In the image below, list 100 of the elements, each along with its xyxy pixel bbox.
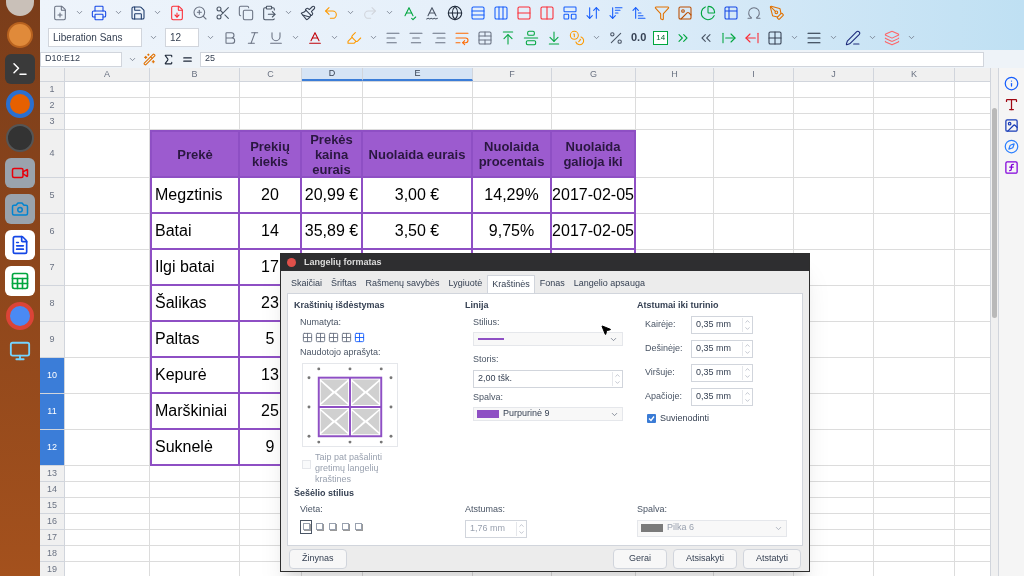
- decrement-icon[interactable]: [744, 396, 751, 404]
- date-format-button[interactable]: 14: [653, 30, 669, 45]
- spreadsheet-cell[interactable]: [636, 214, 714, 250]
- spreadsheet-cell[interactable]: [874, 322, 955, 358]
- spreadsheet-cell[interactable]: [794, 98, 874, 114]
- border-preset-icon[interactable]: [354, 332, 365, 343]
- decrement-icon[interactable]: [744, 348, 751, 356]
- spreadsheet-cell[interactable]: [150, 98, 240, 114]
- spreadsheet-cell[interactable]: [65, 498, 150, 514]
- printer-icon[interactable]: [91, 4, 107, 21]
- spreadsheet-cell[interactable]: [874, 546, 955, 562]
- shell-icon[interactable]: [7, 22, 33, 48]
- currency-icon[interactable]: [569, 29, 585, 46]
- column-header[interactable]: B: [150, 68, 240, 81]
- decrement-icon[interactable]: [744, 372, 751, 380]
- spreadsheet-cell[interactable]: [65, 394, 150, 430]
- spreadsheet-cell[interactable]: [714, 114, 794, 130]
- columns-icon[interactable]: [539, 4, 555, 21]
- spreadsheet-cell[interactable]: [65, 98, 150, 114]
- row-header[interactable]: 10: [40, 358, 65, 394]
- spreadsheet-cell[interactable]: [636, 178, 714, 214]
- image-icon[interactable]: [677, 4, 693, 21]
- spreadsheet-cell[interactable]: [552, 82, 636, 98]
- row-header[interactable]: 14: [40, 482, 65, 498]
- spreadsheet-cell[interactable]: [874, 530, 955, 546]
- navigator-icon[interactable]: [1004, 139, 1019, 154]
- spreadsheet-cell[interactable]: [65, 530, 150, 546]
- spreadsheet-cell[interactable]: [794, 130, 874, 178]
- increment-icon[interactable]: [614, 371, 621, 379]
- border-preset-icon[interactable]: [302, 332, 313, 343]
- spreadsheet-cell[interactable]: [473, 98, 552, 114]
- pen-icon[interactable]: [769, 4, 785, 21]
- spreadsheet-cell[interactable]: [874, 498, 955, 514]
- spreadsheet-cell[interactable]: [874, 482, 955, 498]
- decrement-icon[interactable]: [744, 324, 751, 332]
- dialog-tab[interactable]: Fonas: [535, 275, 569, 293]
- increment-icon[interactable]: [744, 365, 751, 373]
- spin-field[interactable]: 0,35 mm: [691, 315, 753, 334]
- decrement-icon[interactable]: [614, 378, 621, 386]
- help-button[interactable]: Žinynas: [289, 548, 347, 569]
- bold-icon[interactable]: [222, 29, 238, 46]
- merge-cells-icon[interactable]: [477, 29, 493, 46]
- column-header[interactable]: K: [874, 68, 955, 81]
- spin-field[interactable]: 0,35 mm: [691, 339, 753, 358]
- rows-icon[interactable]: [470, 4, 486, 21]
- pdf-export-icon[interactable]: [169, 4, 185, 21]
- spreadsheet-cell[interactable]: [794, 214, 874, 250]
- column-header[interactable]: H: [636, 68, 714, 81]
- shadow-position-icon[interactable]: [300, 519, 312, 534]
- redo-icon[interactable]: [362, 4, 378, 21]
- dialog-tab[interactable]: Langelio apsauga: [569, 275, 649, 293]
- row-header[interactable]: 15: [40, 498, 65, 514]
- spreadsheet-cell[interactable]: [65, 286, 150, 322]
- spreadsheet-cell[interactable]: [473, 82, 552, 98]
- column-header[interactable]: A: [65, 68, 150, 81]
- spreadsheet-cell[interactable]: [65, 482, 150, 498]
- spreadsheet-cell[interactable]: [714, 130, 794, 178]
- document-icon[interactable]: [10, 235, 30, 255]
- row-header[interactable]: 5: [40, 178, 65, 214]
- spreadsheet-cell[interactable]: [302, 98, 363, 114]
- spreadsheet-cell[interactable]: [874, 466, 955, 482]
- row-header[interactable]: 8: [40, 286, 65, 322]
- increment-icon[interactable]: [744, 341, 751, 349]
- save-icon[interactable]: [130, 4, 146, 21]
- row-header[interactable]: 13: [40, 466, 65, 482]
- omega-icon[interactable]: [746, 4, 762, 21]
- spreadsheet-cell[interactable]: [874, 98, 955, 114]
- spreadsheet-cell[interactable]: [874, 286, 955, 322]
- spreadsheet-cell[interactable]: [636, 130, 714, 178]
- spreadsheet-cell[interactable]: [794, 82, 874, 98]
- spreadsheet-cell[interactable]: [240, 98, 302, 114]
- highlight-icon[interactable]: [346, 29, 362, 46]
- dialog-tab[interactable]: Šriftas: [327, 275, 361, 293]
- spreadsheet-cell[interactable]: [302, 82, 363, 98]
- spreadsheet-cell[interactable]: [363, 82, 473, 98]
- spreadsheet-cell[interactable]: [874, 394, 955, 430]
- column-header[interactable]: G: [552, 68, 636, 81]
- terminal-icon[interactable]: [11, 60, 29, 78]
- cancel-button[interactable]: Atsisakyti: [672, 548, 737, 569]
- spreadsheet-cell[interactable]: [65, 82, 150, 98]
- row-header[interactable]: 4: [40, 130, 65, 178]
- row-header[interactable]: 9: [40, 322, 65, 358]
- pie-chart-icon[interactable]: [700, 4, 716, 21]
- sum-icon[interactable]: [162, 52, 175, 66]
- font-name-field[interactable]: Liberation Sans: [48, 28, 142, 47]
- underline-icon[interactable]: [268, 29, 284, 46]
- border-preset-icon[interactable]: [328, 332, 339, 343]
- ok-button[interactable]: Gerai: [612, 548, 667, 569]
- spreadsheet-cell[interactable]: [65, 250, 150, 286]
- row-header[interactable]: 17: [40, 530, 65, 546]
- checkbox[interactable]: [647, 413, 656, 423]
- increment-icon[interactable]: [744, 317, 751, 325]
- row-header[interactable]: 6: [40, 214, 65, 250]
- spreadsheet-cell[interactable]: [874, 82, 955, 98]
- spreadsheet-cell[interactable]: [552, 98, 636, 114]
- close-icon[interactable]: [287, 258, 296, 267]
- number-format-button[interactable]: 0.0: [631, 29, 647, 46]
- spreadsheet-cell[interactable]: [150, 466, 240, 482]
- row-header[interactable]: 3: [40, 114, 65, 130]
- paste-icon[interactable]: [261, 4, 277, 21]
